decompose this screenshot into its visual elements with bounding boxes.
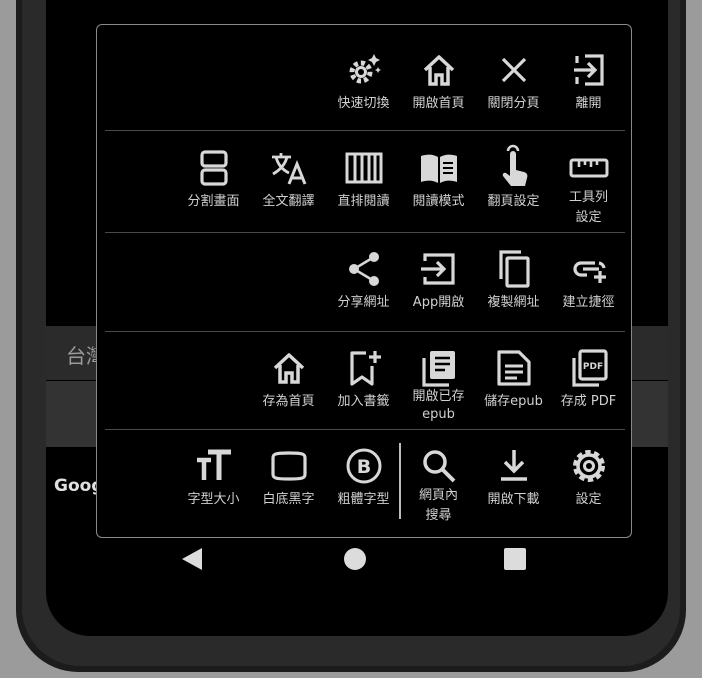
split-screen-icon [199, 150, 228, 186]
vertical-reading-icon [345, 152, 382, 184]
font-size-icon [196, 449, 231, 480]
home-save-icon [273, 353, 304, 384]
menu-item-save-pdf[interactable]: PDF 存成 PDF [551, 348, 626, 410]
menu-item-open-downloads[interactable]: 開啟下載 [476, 446, 551, 508]
touch-icon [502, 144, 527, 186]
menu-item-label: 全文翻譯 [262, 194, 315, 209]
svg-text:PDF: PDF [582, 362, 602, 372]
home-circle-icon[interactable] [344, 548, 366, 570]
settings-icon [572, 450, 605, 482]
svg-text:B: B [356, 456, 370, 478]
menu-item-label: 字型大小 [187, 492, 240, 507]
share-icon [348, 252, 379, 286]
menu-item-label: 儲存epub [484, 394, 543, 409]
menu-item-label: 閱讀模式 [412, 194, 465, 209]
gear-sparkle-icon [349, 54, 381, 84]
menu-item-save-epub[interactable]: 儲存epub [476, 348, 551, 410]
menu-item-bold-font[interactable]: B 粗體字型 [326, 446, 401, 508]
menu-separator [105, 429, 625, 430]
menu-item-label: 建立捷徑 [562, 295, 615, 310]
menu-separator [105, 331, 625, 332]
menu-item-toolbar-settings[interactable]: 工具列 設定 [551, 148, 626, 228]
menu-item-label: 關閉分頁 [487, 96, 540, 111]
menu-item-black-on-white[interactable]: 白底黑字 [251, 446, 326, 508]
menu-item-label: 直排閱讀 [337, 194, 390, 209]
menu-item-label: 翻頁設定 [487, 194, 540, 209]
menu-item-open-in-app[interactable]: App開啟 [401, 249, 476, 311]
search-icon [422, 450, 455, 483]
menu-item-label: 複製網址 [487, 295, 540, 310]
menu-separator [105, 130, 625, 131]
menu-item-label: 分享網址 [337, 295, 390, 310]
menu-item-label: 分割畫面 [187, 194, 240, 209]
menu-item-label: 粗體字型 [337, 492, 390, 507]
menu-item-copy-url[interactable]: 複製網址 [476, 249, 551, 311]
close-icon [501, 57, 526, 83]
translate-icon [271, 153, 306, 185]
menu-item-find-in-page[interactable]: 網頁內 搜尋 [401, 446, 476, 526]
menu-item-label: 存為首頁 [262, 394, 315, 409]
menu-item-label: 開啟下載 [487, 492, 540, 507]
menu-item-label: 網頁內 搜尋 [418, 488, 458, 523]
menu-item-save-as-home[interactable]: 存為首頁 [251, 348, 326, 410]
menu-item-share-url[interactable]: 分享網址 [326, 249, 401, 311]
menu-item-label: 開啟已存 epub [412, 389, 465, 422]
menu-item-label: 開啟首頁 [412, 96, 465, 111]
link-add-icon [572, 261, 606, 283]
pdf-icon: PDF [571, 349, 608, 387]
recent-apps-icon[interactable] [504, 548, 526, 570]
menu-item-label: 離開 [575, 96, 602, 111]
menu-item-translate[interactable]: 全文翻譯 [251, 148, 326, 210]
back-icon[interactable] [182, 548, 202, 570]
menu-item-label: 工具列 設定 [568, 190, 608, 225]
menu-item-exit[interactable]: 離開 [551, 50, 626, 112]
menu-item-label: 存成 PDF [560, 394, 617, 409]
ruler-icon [569, 158, 608, 178]
bold-icon: B [346, 448, 381, 484]
download-icon [500, 450, 527, 481]
home-icon [423, 55, 454, 86]
exit-icon [573, 54, 604, 86]
menu-item-label: 白底黑字 [262, 492, 315, 507]
bookmark-add-icon [349, 351, 381, 386]
menu-separator [105, 232, 625, 233]
menu-item-label: 設定 [575, 492, 602, 507]
menu-item-vertical-reading[interactable]: 直排閱讀 [326, 148, 401, 210]
contrast-frame-icon [270, 451, 307, 481]
menu-item-add-bookmark[interactable]: 加入書籤 [326, 348, 401, 410]
menu-item-font-size[interactable]: 字型大小 [176, 446, 251, 508]
book-icon [420, 154, 457, 183]
menu-item-open-home[interactable]: 開啟首頁 [401, 50, 476, 112]
menu-item-label: 加入書籤 [337, 394, 390, 409]
copy-icon [498, 250, 530, 288]
document-icon [496, 350, 531, 386]
menu-item-label: 快速切換 [337, 96, 390, 111]
open-in-app-icon [420, 253, 455, 285]
library-icon [421, 351, 455, 387]
menu-item-split-screen[interactable]: 分割畫面 [176, 148, 251, 210]
menu-item-page-turn-settings[interactable]: 翻頁設定 [476, 144, 551, 210]
overflow-menu: 快速切換 開啟首頁 關閉分頁 離開 分割畫面 全文翻譯 直排閱讀 閱讀模式 翻頁… [96, 24, 632, 538]
menu-item-create-shortcut[interactable]: 建立捷徑 [551, 249, 626, 311]
menu-item-quick-switch[interactable]: 快速切換 [326, 50, 401, 112]
menu-item-open-saved-epub[interactable]: 開啟已存 epub [401, 348, 476, 424]
menu-item-reading-mode[interactable]: 閱讀模式 [401, 148, 476, 210]
menu-item-close-tab[interactable]: 關閉分頁 [476, 50, 551, 112]
menu-item-settings[interactable]: 設定 [551, 446, 626, 508]
menu-item-label: App開啟 [412, 295, 465, 310]
